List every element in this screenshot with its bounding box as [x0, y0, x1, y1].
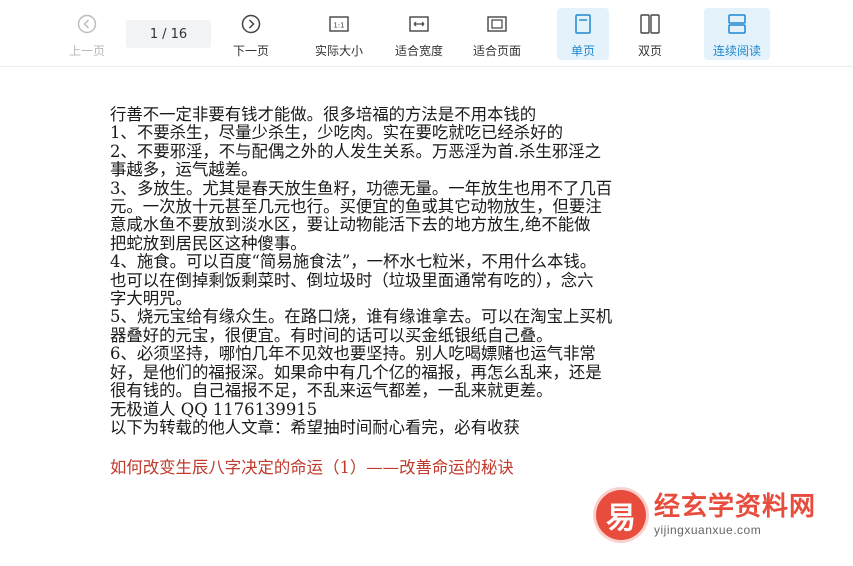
next-page-button[interactable]: 下一页 [226, 8, 276, 60]
current-page-input[interactable]: 1 [150, 27, 158, 42]
document-line: 4、施食。可以百度“简易施食法”，一杯水七粒米，不用什么本钱。 [110, 252, 597, 272]
prev-page-button[interactable]: 上一页 [62, 8, 112, 60]
chevron-right-circle-icon [239, 12, 263, 36]
document-line: 字大明咒。 [110, 289, 192, 309]
fit-page-label: 适合页面 [472, 44, 521, 58]
watermark-logo-icon: 易 [596, 490, 646, 540]
document-line: 把蛇放到居民区这种傻事。 [110, 233, 307, 253]
page-separator: / [162, 26, 167, 42]
document-line: 器叠好的元宝，很便宜。有时间的话可以买金纸银纸自己叠。 [110, 325, 553, 345]
watermark-site-name: 经玄学资料网 [654, 492, 817, 522]
page-indicator[interactable]: 1 / 16 [126, 20, 211, 48]
svg-text:1:1: 1:1 [333, 22, 344, 30]
document-line: 5、烧元宝给有缘众生。在路口烧，谁有缘谁拿去。可以在淘宝上买机 [110, 307, 613, 327]
document-line: 行善不一定非要有钱才能做。很多培福的方法是不用本钱的 [110, 105, 537, 124]
document-line: 很有钱的。自己福报不足，不乱来运气都差，一乱来就更差。 [110, 381, 553, 401]
continuous-reading-label: 连续阅读 [712, 44, 761, 58]
single-page-icon [571, 12, 595, 36]
section-title: 如何改变生辰八字决定的命运（1）——改善命运的秘诀 [110, 458, 514, 478]
single-page-label: 单页 [570, 44, 595, 58]
document-line: 3、多放生。尤其是春天放生鱼籽，功德无量。一年放生也用不了几百 [110, 178, 613, 198]
document-line: 无极道人 QQ 1176139915 [110, 399, 318, 419]
prev-page-label: 上一页 [68, 44, 105, 58]
document-line: 元。一次放十元甚至几元也行。买便宜的鱼或其它动物放生，但要注 [110, 197, 602, 217]
actual-size-button[interactable]: 1:1 实际大小 [308, 8, 370, 60]
document-line: 1、不要杀生，尽量少杀生，少吃肉。实在要吃就吃已经杀好的 [110, 123, 563, 143]
document-line: 以下为转载的他人文章：希望抽时间耐心看完，必有收获 [110, 417, 520, 437]
total-pages: 16 [170, 26, 188, 42]
watermark-text: 经玄学资料网 yijingxuanxue.com [654, 492, 816, 538]
fit-width-button[interactable]: 适合宽度 [388, 8, 450, 60]
double-page-label: 双页 [637, 44, 662, 58]
fit-width-label: 适合宽度 [394, 44, 443, 58]
continuous-reading-button[interactable]: 连续阅读 [704, 8, 770, 60]
reader-toolbar: 上一页 1 / 16 下一页 1:1 实际大小 适合宽度 适合页面 单页 双页 … [0, 0, 853, 67]
watermark-logo-char: 易 [606, 501, 636, 536]
double-page-button[interactable]: 双页 [624, 8, 676, 60]
document-line: 2、不要邪淫，不与配偶之外的人发生关系。万恶淫为首.杀生邪淫之 [110, 141, 601, 161]
site-watermark: 易 经玄学资料网 yijingxuanxue.com [596, 484, 853, 546]
actual-size-icon: 1:1 [327, 12, 351, 36]
double-page-icon [638, 12, 662, 36]
document-page: 行善不一定非要有钱才能做。很多培福的方法是不用本钱的 1、不要杀生，尽量少杀生，… [110, 105, 730, 478]
document-line: 也可以在倒掉剩饭剩菜时、倒垃圾时（垃圾里面通常有吃的），念六 [110, 270, 594, 290]
chevron-left-circle-icon [75, 12, 99, 36]
document-line: 6、必须坚持，哪怕几年不见效也要坚持。别人吃喝嫖赌也运气非常 [110, 344, 596, 364]
next-page-label: 下一页 [232, 44, 269, 58]
document-line: 好，是他们的福报深。如果命中有几个亿的福报，再怎么乱来，还是 [110, 362, 602, 382]
continuous-reading-icon [725, 12, 749, 36]
single-page-button[interactable]: 单页 [557, 8, 609, 60]
actual-size-label: 实际大小 [314, 44, 363, 58]
fit-page-button[interactable]: 适合页面 [466, 8, 528, 60]
document-line: 意咸水鱼不要放到淡水区，要让动物能活下去的地方放生,绝不能做 [110, 215, 591, 235]
fit-width-icon [407, 12, 431, 36]
watermark-site-url: yijingxuanxue.com [654, 523, 762, 537]
fit-page-icon [485, 12, 509, 36]
document-line: 事越多，运气越差。 [110, 160, 258, 180]
